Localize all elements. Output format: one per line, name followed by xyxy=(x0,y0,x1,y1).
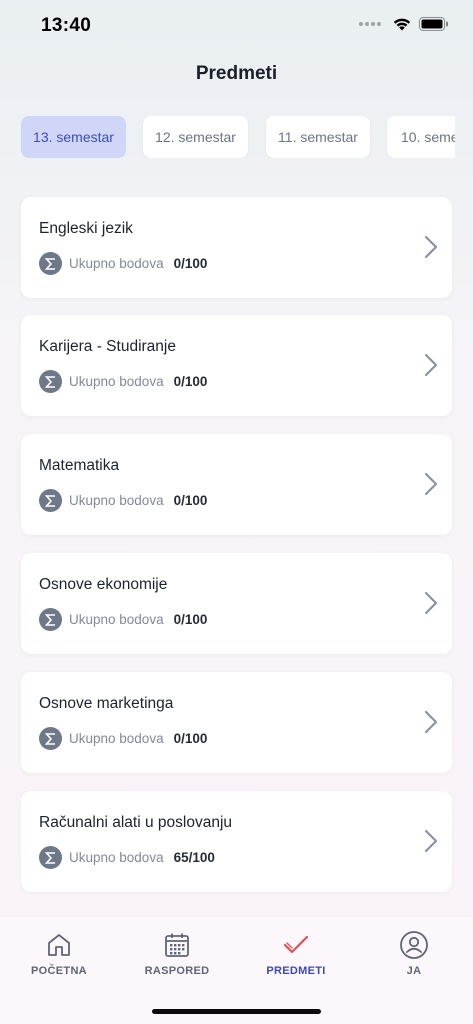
subject-name: Računalni alati u poslovanju xyxy=(39,814,233,831)
points-label: Ukupno bodova xyxy=(69,493,164,508)
tab-bar: POČETNA RASPORED PREDMETI JA xyxy=(0,917,473,1024)
status-time: 13:40 xyxy=(41,15,92,36)
tab-label: POČETNA xyxy=(31,965,87,977)
points-value: 0/100 xyxy=(173,612,208,627)
points-label: Ukupno bodova xyxy=(69,850,164,865)
chevron-right-icon xyxy=(424,472,438,496)
points-row: Ukupno bodova 65/100 xyxy=(39,846,215,869)
points-row: Ukupno bodova 0/100 xyxy=(39,370,207,393)
tab-label: RASPORED xyxy=(144,965,210,977)
sigma-icon xyxy=(39,370,62,393)
points-value: 0/100 xyxy=(173,731,208,746)
points-value: 0/100 xyxy=(173,493,208,508)
subject-name: Osnove ekonomije xyxy=(39,576,168,593)
semester-chip-11[interactable]: 11. semestar xyxy=(266,116,370,158)
subject-name: Matematika xyxy=(39,457,120,474)
home-icon xyxy=(48,934,70,956)
chevron-right-icon xyxy=(424,235,438,259)
subject-card[interactable]: Računalni alati u poslovanju Ukupno bodo… xyxy=(21,791,452,892)
subject-card[interactable]: Engleski jezik Ukupno bodova 0/100 xyxy=(21,197,452,298)
chevron-right-icon xyxy=(424,353,438,377)
checkmark-icon xyxy=(283,935,309,954)
sigma-icon xyxy=(39,608,62,631)
subject-card[interactable]: Osnove marketinga Ukupno bodova 0/100 xyxy=(21,672,452,773)
points-value: 65/100 xyxy=(173,850,215,865)
chevron-right-icon xyxy=(424,710,438,734)
semester-selector: 13. semestar 12. semestar 11. semestar 1… xyxy=(21,116,455,158)
profile-icon xyxy=(400,931,428,959)
tab-raspored[interactable]: RASPORED xyxy=(132,930,222,977)
points-value: 0/100 xyxy=(173,374,208,389)
points-label: Ukupno bodova xyxy=(69,612,164,627)
subject-name: Karijera - Studiranje xyxy=(39,338,176,355)
semester-chip-12[interactable]: 12. semestar xyxy=(143,116,248,158)
tab-ja[interactable]: JA xyxy=(369,930,459,977)
status-icons xyxy=(359,17,449,31)
points-row: Ukupno bodova 0/100 xyxy=(39,727,207,750)
tab-predmeti[interactable]: PREDMETI xyxy=(251,930,341,977)
semester-chip-10[interactable]: 10. semestar xyxy=(387,116,455,158)
subject-card[interactable]: Karijera - Studiranje Ukupno bodova 0/10… xyxy=(21,315,452,416)
battery-icon xyxy=(419,17,448,31)
points-row: Ukupno bodova 0/100 xyxy=(39,252,207,275)
semester-chip-13[interactable]: 13. semestar xyxy=(21,116,126,158)
points-label: Ukupno bodova xyxy=(69,374,164,389)
home-indicator xyxy=(152,1009,321,1014)
sigma-icon xyxy=(39,727,62,750)
subject-name: Engleski jezik xyxy=(39,220,133,237)
subject-card[interactable]: Matematika Ukupno bodova 0/100 xyxy=(21,434,452,535)
subject-name: Osnove marketinga xyxy=(39,695,174,712)
points-label: Ukupno bodova xyxy=(69,731,164,746)
tab-label: PREDMETI xyxy=(266,965,326,977)
points-label: Ukupno bodova xyxy=(69,256,164,271)
status-bar: 13:40 xyxy=(0,0,473,52)
calendar-icon xyxy=(165,933,189,957)
chevron-right-icon xyxy=(424,591,438,615)
wifi-icon xyxy=(393,18,411,31)
points-value: 0/100 xyxy=(173,256,208,271)
sigma-icon xyxy=(39,489,62,512)
points-row: Ukupno bodova 0/100 xyxy=(39,608,207,631)
points-row: Ukupno bodova 0/100 xyxy=(39,489,207,512)
tab-label: JA xyxy=(406,965,422,977)
sigma-icon xyxy=(39,252,62,275)
sigma-icon xyxy=(39,846,62,869)
chevron-right-icon xyxy=(424,829,438,853)
page-title: Predmeti xyxy=(195,63,278,84)
tab-pocetna[interactable]: POČETNA xyxy=(14,930,104,977)
cellular-signal-icon xyxy=(359,22,381,26)
subject-card[interactable]: Osnove ekonomije Ukupno bodova 0/100 xyxy=(21,553,452,654)
